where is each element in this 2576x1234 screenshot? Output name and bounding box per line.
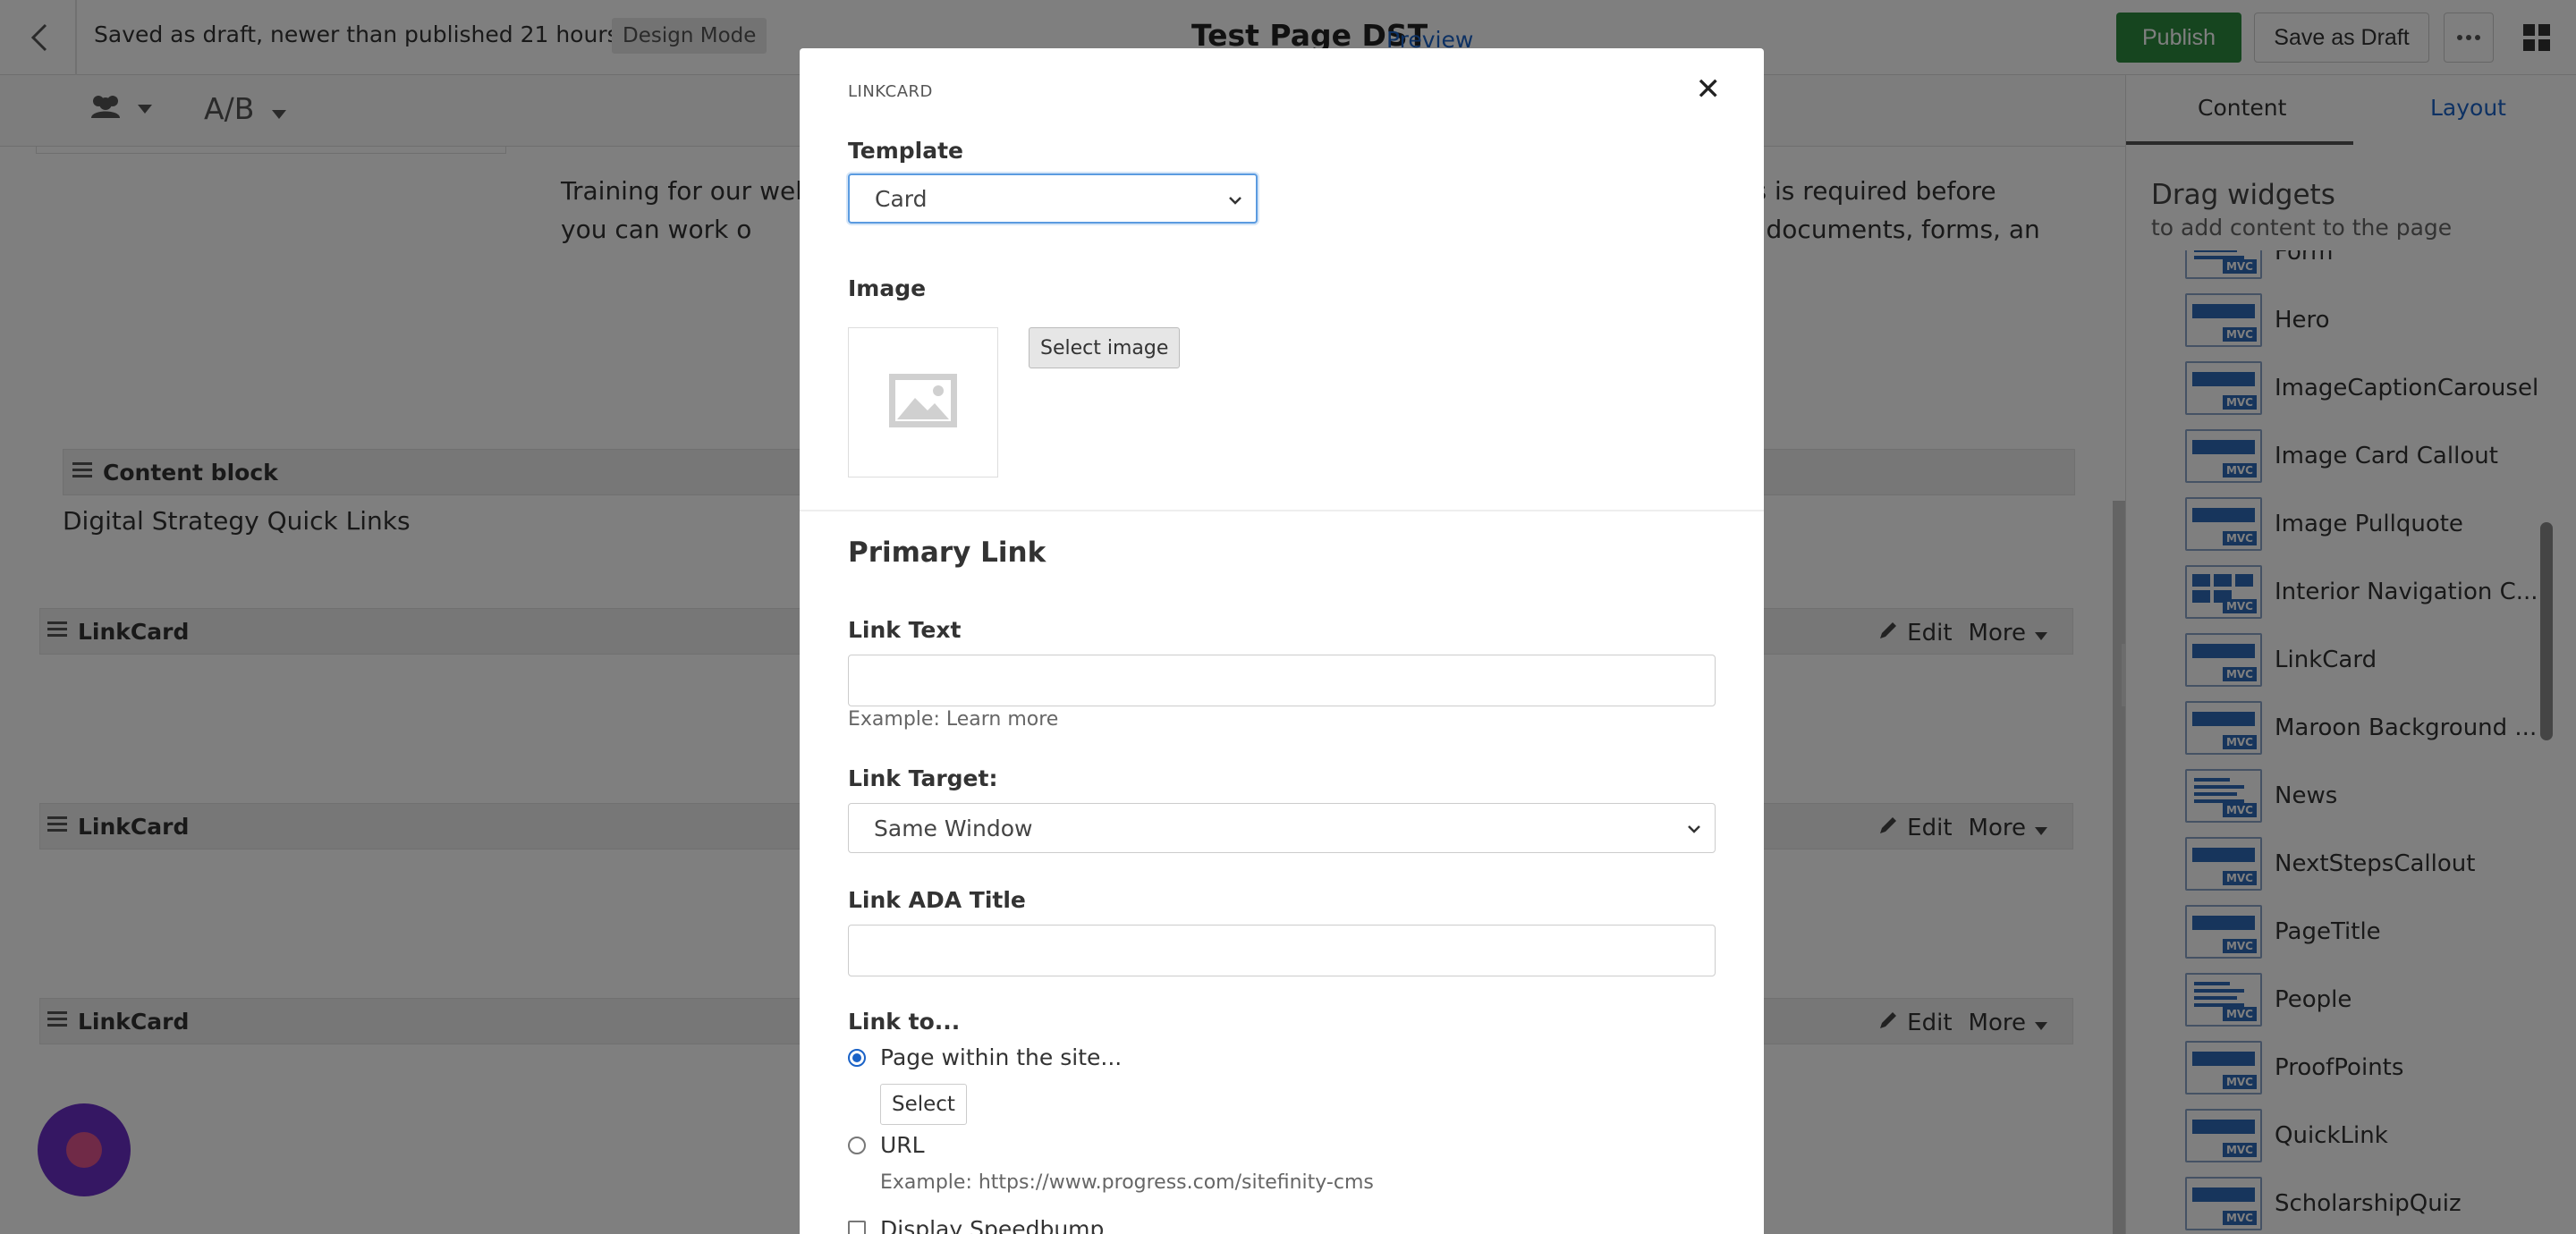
template-select[interactable]: Card [848, 173, 1258, 224]
radio-button[interactable] [848, 1136, 866, 1154]
url-hint: Example: https://www.progress.com/sitefi… [880, 1171, 1374, 1194]
radio-page-within-site[interactable]: Page within the site... [848, 1044, 1122, 1070]
template-label: Template [848, 138, 963, 164]
template-value: Card [875, 185, 928, 212]
link-text-label: Link Text [848, 617, 962, 643]
chevron-down-icon [1686, 818, 1702, 844]
link-to-label: Link to... [848, 1009, 961, 1035]
radio-url[interactable]: URL [848, 1132, 925, 1158]
primary-link-heading: Primary Link [848, 537, 1046, 569]
radio-page-label: Page within the site... [880, 1044, 1123, 1070]
radio-button[interactable] [848, 1048, 866, 1067]
link-ada-title-label: Link ADA Title [848, 887, 1026, 913]
display-speedbump-checkbox[interactable]: Display Speedbump [848, 1216, 1104, 1234]
radio-url-label: URL [880, 1132, 925, 1158]
speedbump-label: Display Speedbump [880, 1216, 1105, 1234]
select-page-button[interactable]: Select [880, 1084, 967, 1125]
checkbox[interactable] [848, 1220, 866, 1234]
image-label: Image [848, 275, 927, 301]
linkcard-edit-dialog: LINKCARD ✕ Template Card Image Select im… [800, 48, 1764, 1234]
link-target-value: Same Window [874, 815, 1033, 841]
dialog-title: LINKCARD [848, 82, 933, 101]
image-placeholder-icon [888, 373, 958, 432]
chevron-down-icon [1227, 190, 1243, 216]
link-ada-title-input[interactable] [848, 925, 1716, 976]
select-image-button[interactable]: Select image [1029, 327, 1181, 368]
image-placeholder [848, 327, 998, 478]
link-text-input[interactable] [848, 655, 1716, 706]
link-text-hint: Example: Learn more [848, 708, 1059, 731]
close-icon[interactable]: ✕ [1696, 72, 1722, 107]
link-target-label: Link Target: [848, 765, 998, 791]
divider [800, 510, 1764, 511]
link-target-select[interactable]: Same Window [848, 803, 1716, 853]
